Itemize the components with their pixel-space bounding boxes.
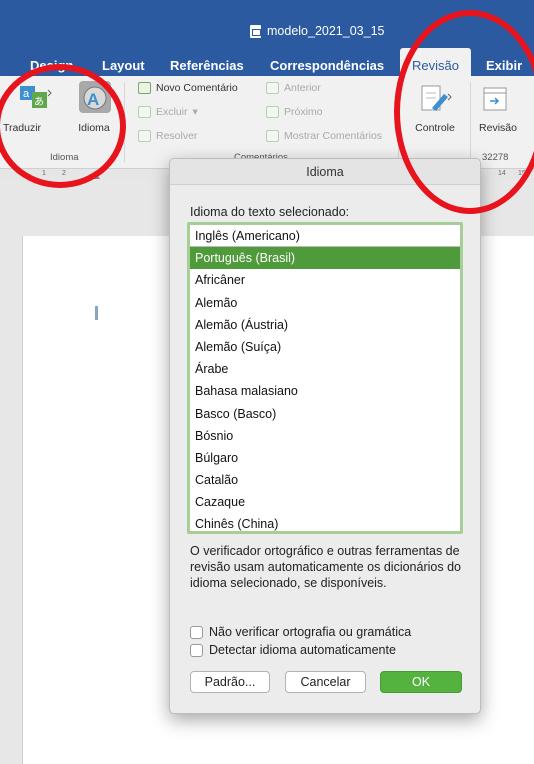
language-option-selected[interactable]: Português (Brasil)	[190, 247, 460, 270]
translate-button[interactable]: Traduzir	[0, 122, 44, 134]
previous-comment-label: Anterior	[284, 82, 321, 94]
no-proofing-checkbox-row[interactable]: Não verificar ortografia ou gramática	[190, 625, 411, 639]
detect-language-label: Detectar idioma automaticamente	[209, 643, 396, 657]
ruler-indent-marker[interactable]	[90, 171, 100, 179]
svg-text:a: a	[23, 88, 30, 100]
document-title: modelo_2021_03_15	[250, 24, 384, 38]
dialog-prompt: Idioma do texto selecionado:	[190, 205, 350, 219]
ruler-tick: 15	[518, 170, 526, 177]
chevron-down-icon: ▾	[192, 106, 198, 118]
language-option[interactable]: Alemão	[190, 292, 460, 314]
no-proofing-checkbox[interactable]	[190, 625, 203, 639]
language-option[interactable]: Alemão (Áustria)	[190, 314, 460, 336]
delete-comment-button[interactable]: Excluir ▾	[138, 106, 198, 118]
new-comment-label: Novo Comentário	[156, 82, 238, 94]
ribbon-tabs: Design Layout Referências Correspondênci…	[0, 44, 534, 76]
track-changes-icon	[421, 85, 452, 111]
previous-comment-icon	[266, 82, 279, 94]
language-option[interactable]: Bahasa malasiano	[190, 380, 460, 402]
delete-comment-icon	[138, 106, 151, 118]
language-option[interactable]: Cazaque	[190, 491, 460, 513]
document-title-text: modelo_2021_03_15	[267, 24, 385, 38]
language-option[interactable]: Catalão	[190, 469, 460, 491]
tab-referencias[interactable]: Referências	[170, 58, 244, 73]
group-separator	[124, 82, 125, 162]
resolve-comment-icon	[138, 130, 151, 142]
ok-button[interactable]: OK	[380, 671, 462, 693]
show-comments-button[interactable]: Mostrar Comentários	[266, 130, 382, 142]
next-comment-icon	[266, 106, 279, 118]
tab-layout[interactable]: Layout	[102, 58, 145, 73]
language-group-label: Idioma	[50, 152, 79, 163]
tab-design[interactable]: Design	[30, 58, 73, 73]
show-comments-label: Mostrar Comentários	[284, 130, 383, 142]
resolve-comment-button[interactable]: Resolver	[138, 130, 197, 142]
review-pane-icon	[483, 87, 507, 111]
language-list[interactable]: Inglês (Americano) Português (Brasil) Af…	[187, 222, 463, 534]
next-comment-button[interactable]: Próximo	[266, 106, 323, 118]
language-option[interactable]: Alemão (Suíça)	[190, 336, 460, 358]
language-button[interactable]: Idioma	[74, 122, 114, 134]
track-changes-button[interactable]: Controle	[410, 122, 460, 134]
language-option[interactable]: Inglês (Americano)	[190, 225, 460, 248]
ribbon: modelo_2021_03_15 Design Layout Referênc…	[0, 0, 534, 178]
language-option[interactable]: Basco (Basco)	[190, 403, 460, 425]
title-bar: modelo_2021_03_15	[0, 0, 534, 44]
svg-text:A: A	[87, 90, 99, 109]
text-cursor	[95, 306, 98, 320]
cancel-button[interactable]: Cancelar	[285, 671, 366, 693]
previous-comment-button[interactable]: Anterior	[266, 82, 321, 94]
no-proofing-label: Não verificar ortografia ou gramática	[209, 625, 412, 639]
proofing-info-text: O verificador ortográfico e outras ferra…	[190, 544, 461, 590]
tab-correspondencias[interactable]: Correspondências	[270, 58, 384, 73]
ruler-tick: 2	[62, 170, 66, 177]
language-globe-icon: A	[79, 81, 111, 113]
document-icon	[250, 24, 261, 38]
new-comment-button[interactable]: Novo Comentário	[138, 82, 238, 94]
default-button[interactable]: Padrão...	[190, 671, 270, 693]
group-separator	[470, 82, 471, 162]
language-option[interactable]: Bósnio	[190, 425, 460, 447]
dialog-title: Idioma	[170, 159, 480, 185]
translate-icon: a あ	[20, 86, 52, 108]
language-option[interactable]: Chinês (China)	[190, 513, 460, 531]
language-option[interactable]: Africâner	[190, 269, 460, 291]
language-option[interactable]: Árabe	[190, 358, 460, 380]
show-comments-icon	[266, 130, 279, 142]
tab-revisao[interactable]: Revisão	[400, 48, 471, 76]
ruler-tick: 14	[498, 170, 506, 177]
group-separator	[398, 82, 399, 162]
tab-exibir[interactable]: Exibir	[486, 58, 522, 73]
word-count-label: 32278	[482, 152, 509, 163]
svg-text:あ: あ	[34, 96, 44, 108]
new-comment-icon	[138, 82, 151, 94]
resolve-comment-label: Resolver	[156, 130, 198, 142]
ruler-tick: 1	[42, 170, 46, 177]
language-option[interactable]: Búlgaro	[190, 447, 460, 469]
detect-language-checkbox[interactable]	[190, 643, 203, 657]
detect-language-checkbox-row[interactable]: Detectar idioma automaticamente	[190, 643, 396, 657]
review-pane-button[interactable]: Revisão	[478, 122, 518, 134]
next-comment-label: Próximo	[284, 106, 323, 118]
language-dialog: Idioma Idioma do texto selecionado: Ingl…	[169, 158, 481, 714]
delete-comment-label: Excluir	[156, 106, 188, 118]
